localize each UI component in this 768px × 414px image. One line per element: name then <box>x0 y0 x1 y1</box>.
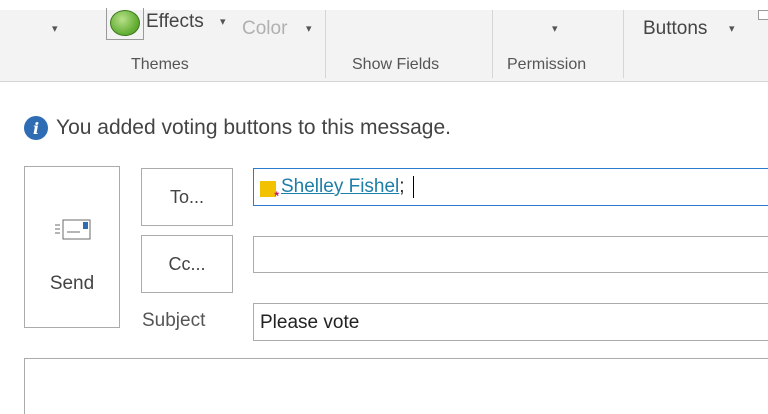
effects-icon[interactable] <box>110 10 140 36</box>
text-cursor <box>412 176 414 198</box>
group-label-permission: Permission <box>507 56 587 73</box>
contact-card-icon <box>260 180 279 203</box>
recipient-chip[interactable]: Shelley Fishel ; <box>260 176 414 203</box>
subject-label: Subject <box>142 310 206 331</box>
effects-dropdown-icon[interactable]: ▾ <box>220 15 226 28</box>
ribbon-separator <box>623 10 624 78</box>
ribbon-separator <box>492 10 493 78</box>
voting-buttons-button[interactable]: Buttons <box>643 18 707 40</box>
envelope-icon <box>55 219 91 240</box>
ribbon-separator <box>325 10 326 78</box>
theme-gallery-dropdown-icon[interactable]: ▾ <box>52 22 58 35</box>
cc-button[interactable]: Cc... <box>141 235 233 293</box>
checkbox-icon[interactable] <box>758 10 768 20</box>
info-icon: i <box>24 116 48 140</box>
ribbon: ▾ Effects ▾ Color ▾ ▾ Buttons ▾ Themes S… <box>0 0 768 82</box>
subject-value: Please vote <box>260 312 360 333</box>
info-message: You added voting buttons to this message… <box>56 116 452 139</box>
voting-buttons-dropdown-icon[interactable]: ▾ <box>729 22 735 35</box>
group-label-show-fields: Show Fields <box>352 56 440 73</box>
cc-field[interactable] <box>253 236 768 273</box>
page-color-button[interactable]: Color <box>242 18 287 40</box>
effects-button[interactable]: Effects <box>146 11 204 33</box>
message-body[interactable] <box>24 358 768 414</box>
send-label: Send <box>49 273 95 294</box>
permission-dropdown-icon[interactable]: ▾ <box>552 22 558 35</box>
recipient-separator: ; <box>399 176 405 197</box>
to-button[interactable]: To... <box>141 168 233 226</box>
recipient-name[interactable]: Shelley Fishel <box>281 176 399 198</box>
to-field[interactable]: Shelley Fishel ; <box>253 168 768 206</box>
info-bar: i You added voting buttons to this messa… <box>24 115 451 141</box>
subject-field[interactable]: Please vote <box>253 303 768 341</box>
send-button[interactable]: Send <box>24 166 120 328</box>
group-label-themes: Themes <box>131 56 189 73</box>
page-color-dropdown-icon[interactable]: ▾ <box>306 22 312 35</box>
